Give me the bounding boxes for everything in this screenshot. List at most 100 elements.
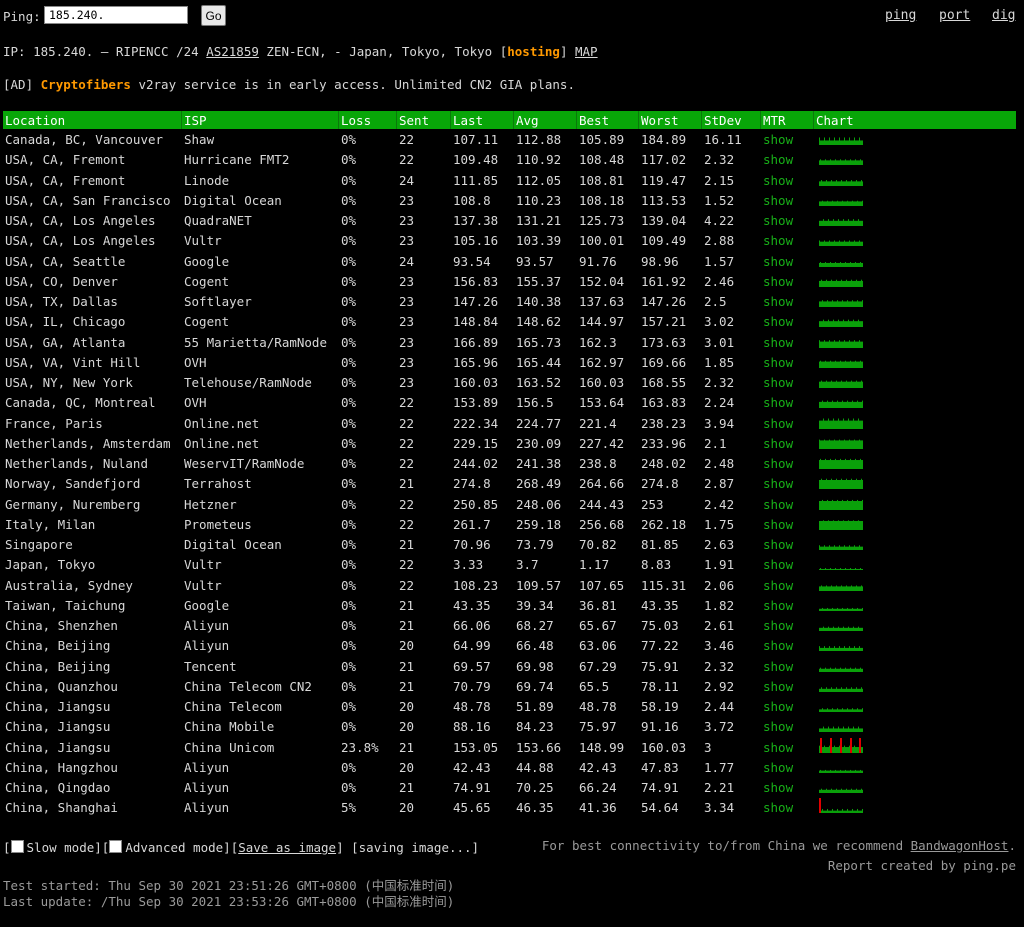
- sparkline-bar: [844, 745, 845, 753]
- column-header-loss[interactable]: Loss: [341, 113, 371, 128]
- mtr-show-link[interactable]: show: [763, 740, 793, 755]
- sparkline-bar: [845, 201, 846, 206]
- sparkline-bar: [843, 746, 844, 753]
- sparkline-bar: [829, 688, 830, 692]
- mtr-show-link[interactable]: show: [763, 416, 793, 431]
- cell-worst: 115.31: [641, 577, 687, 593]
- column-header-avg[interactable]: Avg: [516, 113, 539, 128]
- mtr-show-link[interactable]: show: [763, 760, 793, 775]
- cell-sent: 23: [399, 213, 415, 228]
- mtr-show-link[interactable]: show: [763, 314, 793, 329]
- mtr-show-link[interactable]: show: [763, 578, 793, 593]
- column-header-worst[interactable]: Worst: [641, 113, 679, 128]
- sparkline-bar: [839, 321, 840, 328]
- sparkline-bar: [861, 584, 862, 591]
- mtr-show-link[interactable]: show: [763, 375, 793, 390]
- mtr-show-link[interactable]: show: [763, 780, 793, 795]
- sparkline-bar: [826, 478, 827, 490]
- sparkline-bar: [826, 140, 827, 145]
- mtr-show-link[interactable]: show: [763, 173, 793, 188]
- sparkline-bar: [837, 400, 838, 409]
- sparkline-bar: [821, 584, 822, 591]
- as-link[interactable]: AS21859: [206, 44, 259, 59]
- mtr-show-link[interactable]: show: [763, 132, 793, 147]
- mtr-show-link[interactable]: show: [763, 618, 793, 633]
- column-header-last[interactable]: Last: [453, 113, 483, 128]
- nav-ping-link[interactable]: ping: [885, 8, 916, 23]
- save-image-link[interactable]: Save as image: [238, 840, 336, 855]
- column-header-best[interactable]: Best: [579, 113, 609, 128]
- mtr-show-link[interactable]: show: [763, 213, 793, 228]
- mtr-show-link[interactable]: show: [763, 193, 793, 208]
- mtr-show-link[interactable]: show: [763, 638, 793, 653]
- mtr-show-link[interactable]: show: [763, 719, 793, 734]
- sparkline-bar: [857, 381, 858, 388]
- sparkline-bar: [826, 361, 827, 368]
- sparkline-bar: [847, 200, 848, 206]
- mtr-show-link[interactable]: show: [763, 254, 793, 269]
- hosting-link[interactable]: hosting: [507, 44, 560, 59]
- sparkline-bar: [832, 361, 833, 368]
- mtr-show-link[interactable]: show: [763, 517, 793, 532]
- sparkline-bar: [830, 321, 831, 328]
- cell-stdev: 3: [704, 739, 712, 755]
- sparkline-bar: [852, 789, 853, 793]
- sparkline-bar: [847, 708, 848, 712]
- column-header-sent[interactable]: Sent: [399, 113, 429, 128]
- table-row: USA, TX, Dallas Softlayer 0% 23 147.26 140.38…: [3, 291, 1016, 311]
- sparkline-bar: [861, 478, 862, 490]
- sparkline-bar: [862, 770, 863, 773]
- advanced-mode-label[interactable]: Advanced mode: [125, 840, 223, 855]
- mtr-show-link[interactable]: show: [763, 294, 793, 309]
- ad-brand-link[interactable]: Cryptofibers: [41, 77, 131, 92]
- mtr-show-link[interactable]: show: [763, 598, 793, 613]
- cell-last: 3.33: [453, 557, 484, 573]
- bandwagonhost-link[interactable]: BandwagonHost: [911, 838, 1009, 853]
- slow-mode-label[interactable]: Slow mode: [27, 840, 95, 855]
- sparkline-bar: [860, 608, 861, 611]
- mtr-show-link[interactable]: show: [763, 557, 793, 572]
- mtr-show-link[interactable]: show: [763, 659, 793, 674]
- sparkline-bar: [840, 220, 841, 226]
- column-header-mtr[interactable]: MTR: [763, 113, 786, 128]
- column-header-isp[interactable]: ISP: [184, 113, 207, 128]
- sparkline-bar: [830, 140, 831, 145]
- mtr-show-link[interactable]: show: [763, 699, 793, 714]
- sparkline-bar: [843, 319, 844, 328]
- cell-stdev: 2.61: [704, 618, 735, 633]
- mtr-show-link[interactable]: show: [763, 456, 793, 471]
- advanced-mode-checkbox[interactable]: [109, 840, 123, 853]
- column-header-stdev[interactable]: StDev: [704, 113, 742, 128]
- go-button[interactable]: Go: [201, 5, 226, 26]
- mtr-show-link[interactable]: show: [763, 233, 793, 248]
- mtr-show-link[interactable]: show: [763, 537, 793, 552]
- sparkline-bar: [858, 341, 859, 348]
- mtr-show-link[interactable]: show: [763, 274, 793, 289]
- mtr-show-link[interactable]: show: [763, 335, 793, 350]
- sparkline-bar: [829, 789, 830, 793]
- nav-port-link[interactable]: port: [939, 8, 970, 23]
- mtr-show-link[interactable]: show: [763, 395, 793, 410]
- mtr-show-link[interactable]: show: [763, 679, 793, 694]
- ping-host-input[interactable]: [44, 6, 188, 24]
- column-header-location[interactable]: Location: [5, 113, 65, 128]
- mtr-show-link[interactable]: show: [763, 497, 793, 512]
- map-link[interactable]: MAP: [575, 44, 598, 59]
- mtr-show-link[interactable]: show: [763, 152, 793, 167]
- mtr-show-link[interactable]: show: [763, 355, 793, 370]
- cell-worst: 169.66: [641, 354, 687, 370]
- mtr-show-link[interactable]: show: [763, 436, 793, 451]
- sparkline-bar: [827, 280, 828, 287]
- nav-dig-link[interactable]: dig: [992, 8, 1015, 23]
- column-header-chart[interactable]: Chart: [816, 113, 854, 128]
- cell-worst: 262.18: [641, 516, 687, 532]
- sparkline-bar: [844, 569, 845, 571]
- cell-location: Netherlands, Amsterdam: [5, 435, 171, 451]
- cell-worst: 160.03: [641, 739, 687, 755]
- slow-mode-checkbox[interactable]: [10, 840, 24, 853]
- sparkline-bar: [846, 361, 847, 368]
- mtr-show-link[interactable]: show: [763, 800, 793, 815]
- mtr-show-link[interactable]: show: [763, 476, 793, 491]
- sparkline-bar: [841, 179, 842, 186]
- sparkline-bar: [820, 402, 821, 409]
